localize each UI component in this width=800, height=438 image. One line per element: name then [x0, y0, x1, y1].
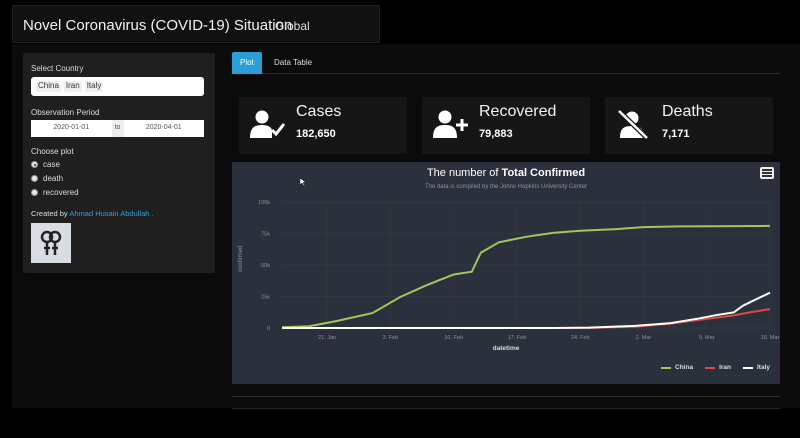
- observation-period-label: Observation Period: [31, 108, 100, 117]
- radio-death[interactable]: death: [31, 174, 63, 183]
- credit-line: Created by Ahmad Husain Abdullah .: [31, 209, 154, 218]
- tab-plot[interactable]: Plot: [232, 52, 262, 74]
- author-logo-icon: [40, 230, 62, 255]
- x-tick-label: 21. Jan: [318, 335, 336, 341]
- series-line-italy: [282, 291, 771, 329]
- legend-item-iran[interactable]: Iran: [705, 364, 731, 371]
- y-tick-label: 100k: [258, 200, 270, 206]
- legend-swatch: [661, 366, 671, 369]
- author-link[interactable]: Ahmad Husain Abdullah .: [69, 209, 153, 218]
- stat-title: Cases: [296, 103, 342, 120]
- author-avatar: [31, 223, 71, 263]
- country-select[interactable]: China Iran Italy: [31, 77, 204, 96]
- x-axis-label: datetime: [492, 345, 520, 352]
- series-line-china: [281, 224, 771, 329]
- end-date-input[interactable]: 2020-04-01: [123, 120, 204, 137]
- stat-value: 79,883: [479, 128, 513, 140]
- legend-label: Italy: [756, 364, 770, 371]
- legend-item-china[interactable]: China: [661, 364, 693, 371]
- radio-case[interactable]: case: [31, 160, 60, 169]
- select-country-label: Select Country: [31, 64, 84, 73]
- credit-prefix: Created by: [31, 209, 68, 218]
- tab-bar: Plot Data Table: [232, 52, 780, 74]
- legend-item-italy[interactable]: Italy: [742, 364, 770, 371]
- y-axis-label: confirmed: [238, 245, 244, 272]
- y-tick-label: 50k: [261, 263, 270, 269]
- user-check-icon: [250, 110, 285, 138]
- y-tick-label: 25k: [261, 295, 270, 301]
- stat-box-cases: Cases 182,650: [239, 97, 407, 154]
- radio-button[interactable]: [31, 175, 38, 182]
- legend-label: Iran: [719, 364, 731, 371]
- x-tick-label: 3. Feb: [383, 335, 399, 341]
- start-date-input[interactable]: 2020-01-01: [31, 120, 112, 137]
- user-slash-icon: [617, 109, 649, 139]
- nav-global-link[interactable]: Global: [275, 19, 310, 33]
- legend-swatch: [705, 366, 716, 369]
- tab-data-table[interactable]: Data Table: [266, 52, 320, 74]
- date-separator: to: [111, 120, 124, 137]
- app-title: Novel Coronavirus (COVID-19) Situation: [23, 17, 293, 34]
- x-tick-label: 10. Feb: [444, 335, 463, 341]
- radio-button[interactable]: [31, 161, 38, 168]
- radio-recovered[interactable]: recovered: [31, 188, 79, 197]
- legend-swatch: [742, 366, 753, 369]
- country-chip[interactable]: Iran: [63, 81, 82, 92]
- y-tick-label: 0: [267, 326, 270, 332]
- radio-label: recovered: [43, 188, 79, 197]
- x-tick-label: 17. Feb: [508, 335, 527, 341]
- user-plus-icon: [433, 110, 468, 138]
- divider: [232, 408, 780, 409]
- country-chip[interactable]: China: [36, 81, 61, 92]
- choose-plot-label: Choose plot: [31, 147, 74, 156]
- radio-button[interactable]: [31, 189, 38, 196]
- y-tick-label: 75k: [261, 232, 270, 238]
- stat-box-recovered: Recovered 79,883: [422, 97, 590, 154]
- stat-box-deaths: Deaths 7,171: [605, 97, 773, 154]
- country-chip[interactable]: Italy: [84, 81, 104, 92]
- top-navbar: Novel Coronavirus (COVID-19) Situation G…: [12, 5, 380, 43]
- chart-legend: China Iran Italy: [661, 364, 770, 371]
- stat-value: 182,650: [296, 128, 336, 140]
- radio-label: case: [43, 160, 60, 169]
- x-tick-label: 24. Feb: [571, 335, 590, 341]
- divider: [232, 396, 780, 397]
- stat-value: 7,171: [662, 128, 690, 140]
- stat-title: Deaths: [662, 103, 713, 120]
- stat-title: Recovered: [479, 103, 557, 120]
- chart-container: The number of Total Confirmed The data i…: [232, 162, 780, 384]
- date-range-input: 2020-01-01 to 2020-04-01: [31, 120, 204, 137]
- sidebar-panel: Select Country China Iran Italy Observat…: [23, 53, 215, 273]
- radio-label: death: [43, 174, 64, 183]
- x-tick-label: 2. Mar: [636, 335, 652, 341]
- x-tick-label: 9. Mar: [699, 335, 715, 341]
- mouse-cursor-icon: [300, 178, 306, 186]
- legend-label: China: [675, 364, 694, 371]
- x-tick-label: 16. Mar: [761, 335, 780, 341]
